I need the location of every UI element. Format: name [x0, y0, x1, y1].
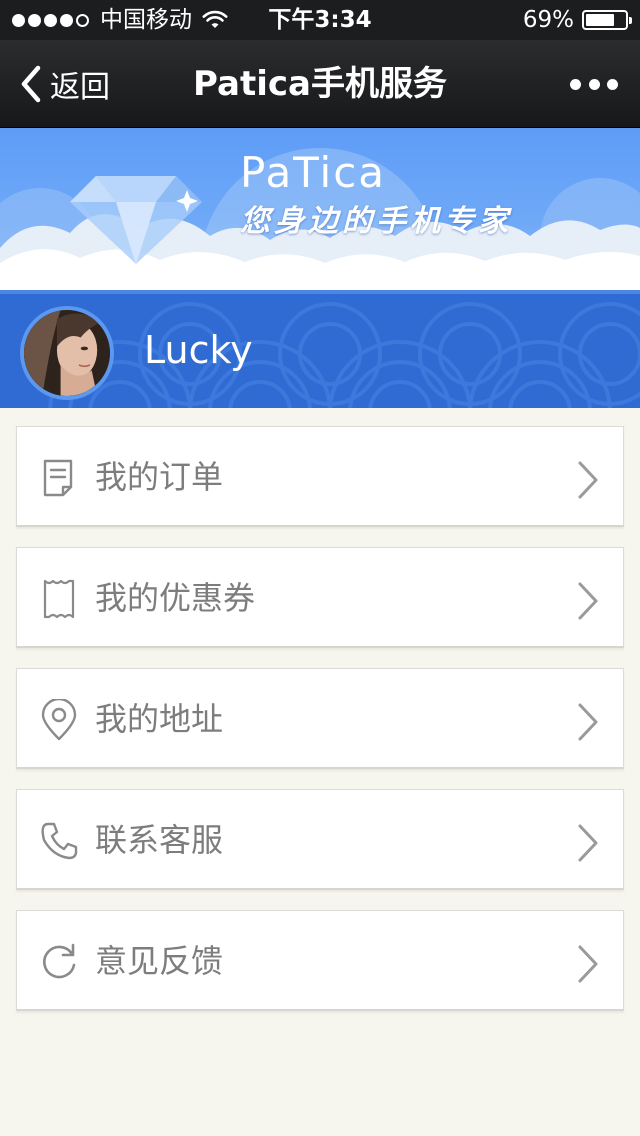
more-dot	[588, 78, 600, 90]
chevron-left-icon	[21, 65, 41, 103]
brand-logo: PaTica	[240, 148, 387, 197]
menu-item-label: 我的订单	[95, 458, 224, 496]
chevron-right-icon	[577, 944, 599, 984]
chevron-right-icon	[577, 460, 599, 500]
chevron-right-icon	[577, 702, 599, 742]
user-profile-bar: Lucky	[0, 290, 640, 408]
order-document-icon	[39, 457, 79, 499]
battery-percentage: 69%	[522, 7, 574, 33]
menu-item-label: 我的地址	[95, 700, 224, 738]
menu-item-contact-support[interactable]: 联系客服	[16, 789, 624, 890]
navigation-bar: 返回 Patica手机服务	[0, 40, 640, 128]
more-dots-icon	[570, 78, 581, 90]
location-pin-icon	[39, 699, 79, 741]
coupon-ticket-icon	[39, 578, 79, 620]
more-options-button[interactable]	[570, 68, 618, 100]
account-menu: 我的订单 我的优惠券 我的地址 联系客服 意见反馈	[16, 426, 624, 1031]
menu-item-my-orders[interactable]: 我的订单	[16, 426, 624, 527]
avatar[interactable]	[20, 306, 114, 400]
menu-item-feedback[interactable]: 意见反馈	[16, 910, 624, 1011]
brand-banner: PaTica 您身边的手机专家	[0, 128, 640, 290]
back-label: 返回	[50, 70, 110, 105]
diamond-icon	[70, 176, 202, 264]
avatar-portrait-image	[24, 310, 110, 396]
menu-item-label: 意见反馈	[95, 942, 224, 980]
phone-icon	[39, 820, 79, 862]
chevron-right-icon	[577, 823, 599, 863]
menu-item-label: 联系客服	[95, 821, 224, 859]
status-bar: 中国移动 下午3:34 69%	[0, 0, 640, 40]
menu-item-my-coupons[interactable]: 我的优惠券	[16, 547, 624, 648]
username: Lucky	[144, 328, 253, 372]
back-button[interactable]: 返回	[18, 60, 110, 108]
chevron-right-icon	[577, 581, 599, 621]
brand-slogan: 您身边的手机专家	[240, 204, 512, 239]
more-dot	[607, 78, 618, 90]
refresh-feedback-icon	[39, 941, 79, 983]
menu-item-my-address[interactable]: 我的地址	[16, 668, 624, 769]
menu-item-label: 我的优惠券	[95, 579, 256, 617]
status-right: 69%	[522, 6, 632, 34]
battery-icon	[582, 10, 632, 30]
